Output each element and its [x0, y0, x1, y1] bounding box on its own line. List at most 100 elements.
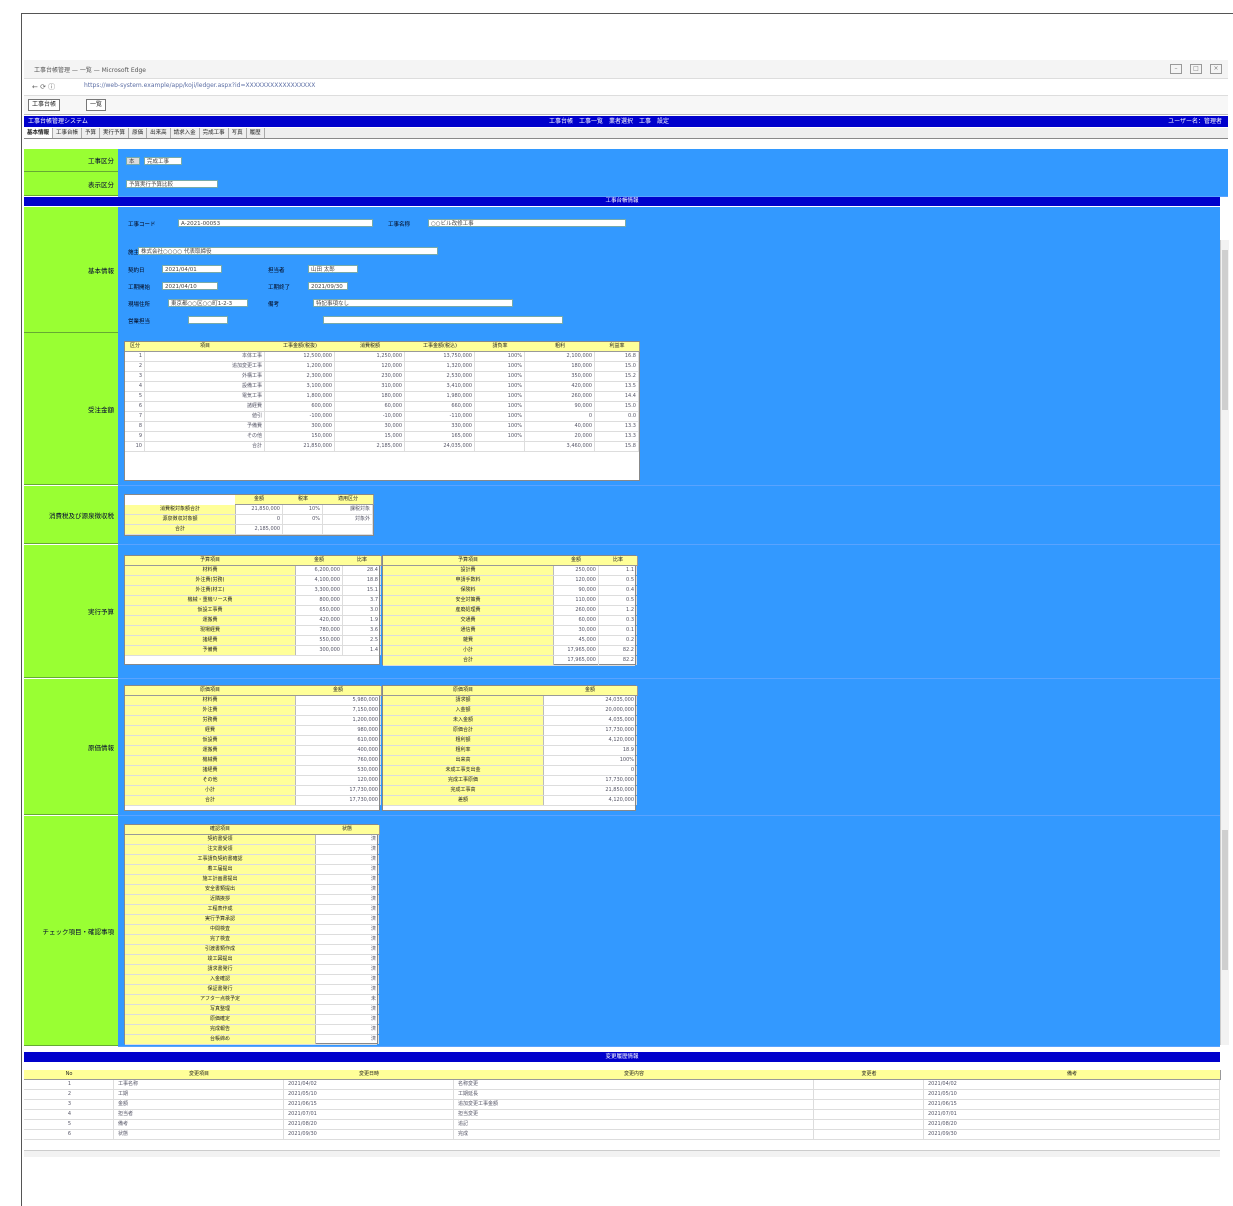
table-cell[interactable]: 16.8	[595, 352, 639, 361]
table-cell[interactable]: 60,000	[553, 616, 599, 625]
table-cell[interactable]: 済	[315, 835, 379, 844]
table-cell[interactable]: 電気工事	[145, 392, 265, 401]
table-cell[interactable]: 100%	[475, 392, 525, 401]
table-cell[interactable]: 済	[315, 1035, 379, 1044]
table-cell[interactable]: 100%	[475, 382, 525, 391]
table-cell[interactable]: 1,250,000	[335, 352, 405, 361]
table-cell[interactable]: 15.0	[595, 362, 639, 371]
table-cell[interactable]: 追加変更工事	[145, 362, 265, 371]
table-cell[interactable]: 2,185,000	[335, 442, 405, 451]
table-cell[interactable]: 21,850,000	[265, 442, 335, 451]
table-cell[interactable]: 17,965,000	[553, 656, 599, 665]
table-cell[interactable]: 15.8	[595, 442, 639, 451]
table-cell[interactable]: 110,000	[553, 596, 599, 605]
table-cell[interactable]: 400,000	[295, 746, 381, 755]
table-cell[interactable]: 0%	[283, 515, 323, 524]
table-cell[interactable]: 150,000	[265, 432, 335, 441]
table-cell[interactable]: 660,000	[405, 402, 475, 411]
table-cell[interactable]: 82.2	[599, 646, 637, 655]
table-cell[interactable]: 420,000	[525, 382, 595, 391]
table-cell[interactable]: 100%	[475, 352, 525, 361]
table-cell[interactable]: 対象外	[323, 515, 373, 524]
table-cell[interactable]: 済	[315, 985, 379, 994]
table-cell[interactable]: 550,000	[295, 636, 343, 645]
close-icon[interactable]: ×	[1210, 64, 1222, 74]
table-cell[interactable]: 2.5	[343, 636, 381, 645]
table-cell[interactable]: 済	[315, 975, 379, 984]
table-cell[interactable]: 90,000	[553, 586, 599, 595]
table-cell[interactable]: 100%	[475, 362, 525, 371]
table-cell[interactable]: 6	[125, 402, 145, 411]
history-hscroll[interactable]	[24, 1150, 1220, 1157]
table-cell[interactable]: 24,035,000	[543, 696, 637, 705]
table-cell[interactable]: 2,185,000	[235, 525, 283, 534]
table-cell[interactable]: 17,730,000	[543, 776, 637, 785]
table-cell[interactable]: その他	[145, 432, 265, 441]
table-cell[interactable]: 1,200,000	[265, 362, 335, 371]
table-cell[interactable]: 530,000	[295, 766, 381, 775]
table-cell[interactable]: 0	[235, 515, 283, 524]
table-cell[interactable]: 18.9	[543, 746, 637, 755]
table-cell[interactable]: 2,530,000	[405, 372, 475, 381]
table-cell[interactable]	[323, 525, 373, 534]
table-cell[interactable]: 3,100,000	[265, 382, 335, 391]
table-cell[interactable]: 350,000	[525, 372, 595, 381]
table-cell[interactable]: 予備費	[145, 422, 265, 431]
table-cell[interactable]: 17,730,000	[295, 786, 381, 795]
kubun-code[interactable]: 本	[126, 157, 140, 165]
name-input[interactable]: ○○ビル改修工事	[428, 219, 626, 227]
table-cell[interactable]: 780,000	[295, 626, 343, 635]
table-cell[interactable]: 1,800,000	[265, 392, 335, 401]
table-cell[interactable]	[283, 525, 323, 534]
table-cell[interactable]: 250,000	[553, 566, 599, 575]
table-cell[interactable]: 20,000,000	[543, 706, 637, 715]
table-cell[interactable]: 3,460,000	[525, 442, 595, 451]
table-cell[interactable]: 3.6	[343, 626, 381, 635]
history-row[interactable]: 5 備考 2021/08/20 追記 2021/08/20	[24, 1120, 1220, 1130]
table-cell[interactable]: 980,000	[295, 726, 381, 735]
table-cell[interactable]: 済	[315, 875, 379, 884]
table-cell[interactable]: 0	[525, 412, 595, 421]
table-cell[interactable]: 800,000	[295, 596, 343, 605]
table-cell[interactable]: 100%	[475, 432, 525, 441]
basic-field-input[interactable]: 株式会社○○○○ 代表取締役	[138, 247, 438, 255]
main-scrollbar-thumb-2[interactable]	[1222, 830, 1228, 970]
table-cell[interactable]: 0.0	[595, 412, 639, 421]
table-cell[interactable]: 8	[125, 422, 145, 431]
table-cell[interactable]: 300,000	[265, 422, 335, 431]
table-cell[interactable]: 180,000	[525, 362, 595, 371]
table-cell[interactable]: 3,300,000	[295, 586, 343, 595]
table-cell[interactable]: 4,100,000	[295, 576, 343, 585]
main-scrollbar[interactable]	[1220, 240, 1229, 1045]
subtab-8[interactable]: 完成工事	[200, 128, 229, 138]
table-cell[interactable]: 設備工事	[145, 382, 265, 391]
table-cell[interactable]: 310,000	[335, 382, 405, 391]
table-cell[interactable]: 610,000	[295, 736, 381, 745]
table-cell[interactable]: 120,000	[553, 576, 599, 585]
table-cell[interactable]: 済	[315, 935, 379, 944]
table-cell[interactable]: 外構工事	[145, 372, 265, 381]
table-cell[interactable]: 済	[315, 855, 379, 864]
table-cell[interactable]: 合計	[145, 442, 265, 451]
table-cell[interactable]: 9	[125, 432, 145, 441]
table-cell[interactable]: 13.3	[595, 422, 639, 431]
table-cell[interactable]: 済	[315, 1015, 379, 1024]
table-cell[interactable]: 45,000	[553, 636, 599, 645]
table-cell[interactable]: 260,000	[525, 392, 595, 401]
table-cell[interactable]: 420,000	[295, 616, 343, 625]
table-cell[interactable]: -110,000	[405, 412, 475, 421]
table-cell[interactable]: 済	[315, 885, 379, 894]
table-cell[interactable]: 5,980,000	[295, 696, 381, 705]
tab-ledger[interactable]: 工事台帳	[28, 99, 61, 111]
table-cell[interactable]: 1.2	[599, 606, 637, 615]
history-row[interactable]: 1 工事名称 2021/04/02 名称変更 2021/04/02	[24, 1080, 1220, 1090]
table-cell[interactable]: 13,750,000	[405, 352, 475, 361]
minimize-icon[interactable]: –	[1170, 64, 1182, 74]
table-cell[interactable]: 230,000	[335, 372, 405, 381]
table-cell[interactable]: 17,965,000	[553, 646, 599, 655]
table-cell[interactable]: 10%	[283, 505, 323, 514]
table-cell[interactable]: 0.3	[599, 616, 637, 625]
table-cell[interactable]: 本体工事	[145, 352, 265, 361]
table-cell[interactable]: 600,000	[265, 402, 335, 411]
table-cell[interactable]: 13.3	[595, 432, 639, 441]
